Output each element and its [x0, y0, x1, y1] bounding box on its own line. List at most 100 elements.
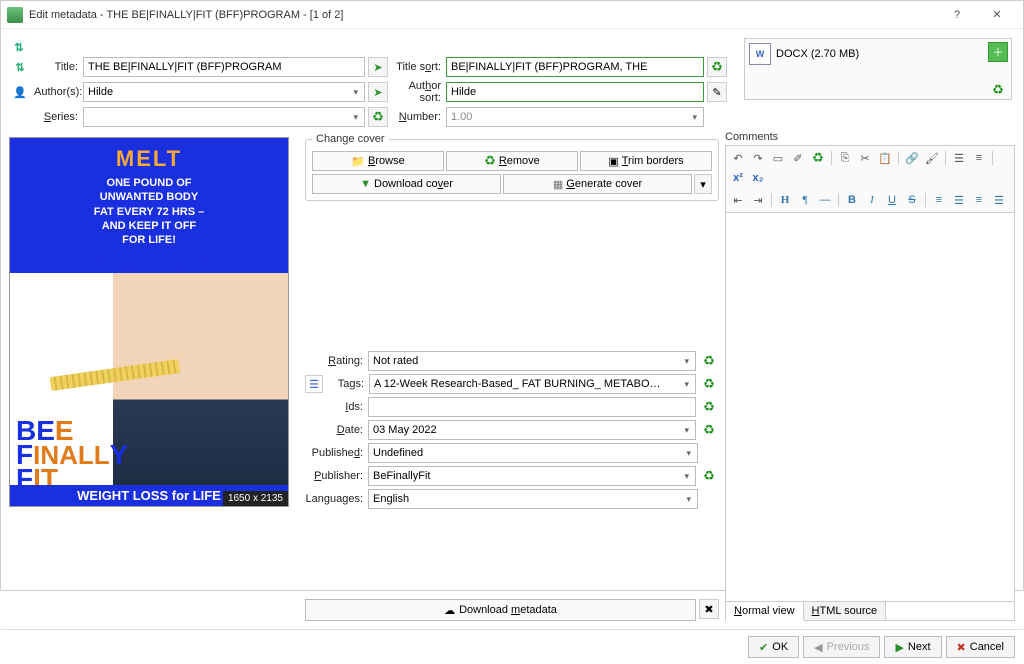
help-button[interactable]: ?: [937, 1, 977, 29]
published-label: Published:: [305, 447, 365, 459]
italic-icon[interactable]: I: [863, 191, 881, 209]
swap-title-author-icon[interactable]: ⇅: [9, 37, 29, 57]
copy-icon[interactable]: ⎘: [836, 149, 854, 167]
align-right-icon[interactable]: ≡: [970, 191, 988, 209]
authors-input[interactable]: Hilde: [83, 82, 365, 102]
publisher-label: Publisher:: [305, 470, 365, 482]
ids-input[interactable]: [368, 397, 696, 417]
author-sort-input[interactable]: [446, 82, 704, 102]
cut-icon[interactable]: ✂: [856, 149, 874, 167]
select-all-icon[interactable]: ▭: [769, 149, 787, 167]
add-format-button[interactable]: ＋: [988, 42, 1008, 62]
rating-input[interactable]: Not rated: [368, 351, 696, 371]
format-text[interactable]: DOCX (2.70 MB): [776, 48, 859, 60]
remove-cover-button[interactable]: ♻Remove: [446, 151, 578, 171]
clear-rating-button[interactable]: ♻: [699, 351, 719, 371]
publisher-input[interactable]: BeFinallyFit: [368, 466, 696, 486]
change-cover-legend: Change cover: [312, 131, 389, 147]
tags-label: Tags:: [326, 378, 366, 390]
paragraph-icon[interactable]: ¶: [796, 191, 814, 209]
subscript-icon[interactable]: x₂: [749, 169, 767, 187]
date-input[interactable]: 03 May 2022: [368, 420, 696, 440]
strike-icon[interactable]: S: [903, 191, 921, 209]
paste-icon[interactable]: 📋: [876, 149, 894, 167]
generate-cover-button[interactable]: ▦Generate cover: [503, 174, 692, 194]
ids-label: Ids:: [305, 401, 365, 413]
heading-icon[interactable]: H: [776, 191, 794, 209]
normal-view-tab[interactable]: Normal view: [726, 602, 804, 621]
titlebar: Edit metadata - THE BE|FINALLY|FIT (BFF)…: [1, 1, 1023, 29]
clear-tags-button[interactable]: ♻: [699, 374, 719, 394]
swap-title-author-button[interactable]: ⇅: [9, 57, 31, 77]
clear-publisher-button[interactable]: ♻: [699, 466, 719, 486]
download-icon: ▼: [360, 178, 371, 190]
comments-label: Comments: [725, 131, 1015, 143]
author-sort-auto-button[interactable]: ➤: [368, 82, 388, 102]
bold-icon[interactable]: B: [843, 191, 861, 209]
rating-label: Rating:: [305, 355, 365, 367]
link-icon[interactable]: 🔗: [903, 149, 921, 167]
trim-borders-button[interactable]: ▣Trim borders: [580, 151, 712, 171]
formats-box: W DOCX (2.70 MB) ＋ ♻: [744, 38, 1012, 100]
html-source-tab[interactable]: HTML source: [804, 602, 887, 620]
docx-icon: W: [749, 43, 771, 65]
color-icon[interactable]: 🖌: [923, 149, 941, 167]
align-justify-icon[interactable]: ☰: [990, 191, 1008, 209]
clear-icon[interactable]: ♻: [809, 149, 827, 167]
title-sort-label: Title sort:: [391, 61, 443, 73]
app-icon: [7, 7, 23, 23]
auto-title-sort-button[interactable]: ♻: [707, 57, 727, 77]
title-input[interactable]: [83, 57, 365, 77]
author-sort-label: Author sort:: [391, 80, 443, 104]
comments-editor[interactable]: [725, 212, 1015, 602]
languages-input[interactable]: English: [368, 489, 698, 509]
indent-right-icon[interactable]: ⇥: [749, 191, 767, 209]
cover-melt: MELT: [16, 146, 282, 172]
align-center-icon[interactable]: ☰: [950, 191, 968, 209]
cover-image[interactable]: MELT ONE POUND OF UNWANTED BODY FAT EVER…: [9, 137, 289, 507]
ok-button[interactable]: OK: [748, 636, 799, 658]
dialog-footer: OK Previous Next Cancel: [1, 629, 1023, 664]
redo-icon[interactable]: ↷: [749, 149, 767, 167]
cover-dimensions: 1650 x 2135: [223, 491, 288, 506]
download-metadata-config-button[interactable]: ✖: [699, 599, 719, 619]
series-number-input[interactable]: 1.00: [446, 107, 704, 127]
clear-ids-button[interactable]: ♻: [699, 397, 719, 417]
title-label: Title:: [34, 61, 80, 73]
underline-icon[interactable]: U: [883, 191, 901, 209]
indent-left-icon[interactable]: ⇤: [729, 191, 747, 209]
superscript-icon[interactable]: x²: [729, 169, 747, 187]
cancel-button[interactable]: Cancel: [946, 636, 1015, 658]
browse-cover-button[interactable]: 📁Browse: [312, 151, 444, 171]
align-left-icon[interactable]: ≡: [930, 191, 948, 209]
authors-icon: 👤: [9, 82, 31, 102]
trim-icon: ▣: [608, 155, 618, 168]
cloud-icon: ☁: [444, 604, 455, 617]
close-window-button[interactable]: ✕: [977, 1, 1017, 29]
undo-icon[interactable]: ↶: [729, 149, 747, 167]
remove-format-icon[interactable]: ✐: [789, 149, 807, 167]
title-case-button[interactable]: ➤: [368, 57, 388, 77]
languages-label: Languages:: [305, 493, 365, 505]
previous-button[interactable]: Previous: [803, 636, 880, 658]
remove-format-button[interactable]: ♻: [988, 80, 1008, 100]
window-title: Edit metadata - THE BE|FINALLY|FIT (BFF)…: [29, 9, 937, 21]
tags-input[interactable]: A 12-Week Research-Based_ FAT BURNING_ M…: [369, 374, 696, 394]
generate-cover-menu[interactable]: ▾: [694, 174, 712, 194]
folder-icon: 📁: [351, 155, 365, 168]
comments-toolbar: ↶ ↷ ▭ ✐ ♻ ⎘ ✂ 📋 🔗 🖌 ☰ ≡ x² x₂ ⇤: [725, 145, 1015, 212]
series-input[interactable]: [83, 107, 365, 127]
title-sort-input[interactable]: [446, 57, 704, 77]
clear-date-button[interactable]: ♻: [699, 420, 719, 440]
hr-icon[interactable]: —: [816, 191, 834, 209]
list-ol-icon[interactable]: ≡: [970, 149, 988, 167]
list-ul-icon[interactable]: ☰: [950, 149, 968, 167]
tags-editor-icon[interactable]: ☰: [305, 375, 323, 393]
edit-authors-button[interactable]: ✎: [707, 82, 727, 102]
download-metadata-button[interactable]: ☁Download metadata: [305, 599, 696, 621]
clear-series-button[interactable]: ♻: [368, 107, 388, 127]
published-input[interactable]: Undefined: [368, 443, 698, 463]
authors-label: Author(s):: [34, 86, 80, 98]
download-cover-button[interactable]: ▼Download cover: [312, 174, 501, 194]
next-button[interactable]: Next: [884, 636, 941, 658]
